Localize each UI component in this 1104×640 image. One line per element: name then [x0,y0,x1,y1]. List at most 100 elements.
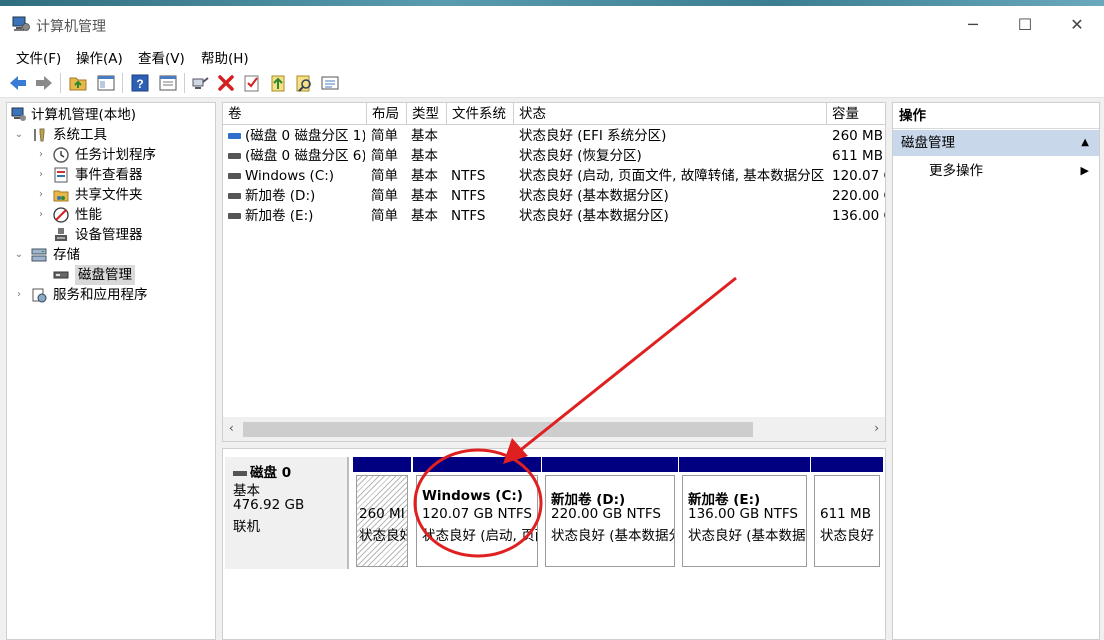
delete-icon[interactable] [216,73,236,93]
list-icon[interactable] [320,73,340,93]
partition-band [353,457,411,472]
performance-icon [53,207,69,223]
toolbar-separator [184,73,185,93]
chevron-right-icon[interactable]: › [35,205,47,225]
disk-state: 联机 [233,519,260,535]
cell-capacity: 136.00 G [832,208,885,224]
table-row[interactable]: 新加卷 (D:) 简单 基本 NTFS 状态良好 (基本数据分区) 220.00… [223,186,885,206]
event-viewer-icon [54,167,68,183]
partition-size: 611 MB [820,506,871,522]
partition-status: 状态良好 (基本数据 [688,528,806,544]
volume-icon [228,193,241,199]
clock-icon [53,147,69,163]
partition-body: 新加卷 (D:) 220.00 GB NTFS 状态良好 (基本数据分 [545,475,675,567]
cell-capacity: 611 MB [832,148,883,164]
partition-body: Windows (C:) 120.07 GB NTFS 状态良好 (启动, 页面 [416,475,538,567]
column-header-status[interactable]: 状态 [514,103,827,125]
chevron-right-icon[interactable]: › [35,185,47,205]
disk-management-icon [53,271,69,279]
minimize-button[interactable]: ─ [950,8,996,42]
volume-icon [228,153,241,159]
search-icon[interactable] [294,73,314,93]
partition-e[interactable]: 新加卷 (E:) 136.00 GB NTFS 状态良好 (基本数据 [679,457,810,570]
actions-pane: 操作 磁盘管理 ▲ 更多操作 ▶ [892,102,1100,640]
column-header-type[interactable]: 类型 [407,103,447,125]
chevron-right-icon[interactable]: › [35,165,47,185]
partition-status: 状态良好 [820,528,874,544]
chevron-right-icon[interactable]: › [35,145,47,165]
chevron-down-icon[interactable]: ⌄ [13,245,25,265]
navigation-tree: 计算机管理(本地) ⌄ 系统工具 › 任务计划程序 › 事件查看器 › 共享文件… [6,102,216,640]
partition-efi[interactable]: 260 MI 状态良好 [353,457,411,570]
menu-file[interactable]: 文件(F) [16,47,61,67]
more-actions-item[interactable]: 更多操作 ▶ [893,159,1099,183]
cell-type: 基本 [411,128,438,144]
properties-icon[interactable] [158,73,178,93]
services-icon [32,288,47,303]
cell-type: 基本 [411,148,438,164]
close-button[interactable]: ✕ [1054,8,1100,42]
scroll-left-arrow[interactable]: ‹ [229,421,234,435]
column-header-layout[interactable]: 布局 [367,103,407,125]
cell-layout: 简单 [371,148,398,164]
chevron-down-icon[interactable]: ⌄ [13,125,25,145]
partition-recovery[interactable]: 611 MB 状态良好 [811,457,883,570]
cell-layout: 简单 [371,188,398,204]
check-icon[interactable] [242,73,262,93]
column-header-volume[interactable]: 卷 [223,103,367,125]
up-folder-icon[interactable] [68,73,88,93]
maximize-button[interactable]: ☐ [1002,8,1048,42]
partition-size: 120.07 GB NTFS [422,506,532,522]
disk-icon [233,470,247,476]
scroll-right-arrow[interactable]: › [874,421,879,435]
actions-header: 操作 [893,103,1099,129]
cell-layout: 简单 [371,128,398,144]
table-row[interactable]: (磁盘 0 磁盘分区 1) 简单 基本 状态良好 (EFI 系统分区) 260 … [223,126,885,146]
partition-body: 新加卷 (E:) 136.00 GB NTFS 状态良好 (基本数据 [682,475,807,567]
show-hide-tree-icon[interactable] [96,73,116,93]
actions-section-label: 磁盘管理 [901,135,955,151]
svg-text:?: ? [136,77,143,91]
import-icon[interactable] [268,73,288,93]
submenu-arrow-icon: ▶ [1080,164,1089,177]
more-actions-label: 更多操作 [929,163,983,179]
menu-bar: 文件(F) 操作(A) 查看(V) 帮助(H) [0,42,1104,68]
menu-action[interactable]: 操作(A) [76,47,123,67]
partition-status: 状态良好 (启动, 页面 [422,528,538,544]
volume-icon [228,173,241,179]
table-row[interactable]: Windows (C:) 简单 基本 NTFS 状态良好 (启动, 页面文件, … [223,166,885,186]
menu-view[interactable]: 查看(V) [138,47,185,67]
chevron-right-icon[interactable]: › [13,285,25,305]
partition-title: 新加卷 (D:) [551,492,626,508]
main-content: 计算机管理(本地) ⌄ 系统工具 › 任务计划程序 › 事件查看器 › 共享文件… [0,98,1104,640]
disk-size: 476.92 GB [233,497,305,513]
forward-icon[interactable] [34,73,54,93]
partition-c[interactable]: Windows (C:) 120.07 GB NTFS 状态良好 (启动, 页面 [413,457,541,570]
horizontal-scrollbar[interactable]: ‹ › [223,417,885,441]
column-header-capacity[interactable]: 容量 [827,103,885,125]
volume-list: 卷 布局 类型 文件系统 状态 容量 (磁盘 0 磁盘分区 1) 简单 基本 状… [222,102,886,442]
volume-icon [228,133,241,139]
actions-section-disk-management[interactable]: 磁盘管理 ▲ [893,130,1099,156]
volume-icon [228,213,241,219]
column-header-filesystem[interactable]: 文件系统 [447,103,514,125]
collapse-up-icon[interactable]: ▲ [1081,130,1089,156]
connect-icon[interactable] [190,73,210,93]
tree-label: 存储 [53,247,80,263]
toolbar-separator [122,73,123,93]
scrollbar-thumb[interactable] [243,422,753,437]
tree-label: 系统工具 [53,127,107,143]
disk-type: 基本 [233,483,260,499]
cell-status: 状态良好 (EFI 系统分区) [519,128,667,144]
disk-info-box[interactable]: 磁盘 0 基本 476.92 GB 联机 [225,457,349,569]
partition-size: 220.00 GB NTFS [551,506,661,522]
menu-help[interactable]: 帮助(H) [201,47,249,67]
table-row[interactable]: 新加卷 (E:) 简单 基本 NTFS 状态良好 (基本数据分区) 136.00… [223,206,885,226]
back-icon[interactable] [8,73,28,93]
shared-folder-icon [53,190,69,202]
tree-label: 磁盘管理 [75,265,135,285]
tree-label: 事件查看器 [75,167,143,183]
table-row[interactable]: (磁盘 0 磁盘分区 6) 简单 基本 状态良好 (恢复分区) 611 MB [223,146,885,166]
partition-d[interactable]: 新加卷 (D:) 220.00 GB NTFS 状态良好 (基本数据分 [542,457,678,570]
help-icon[interactable]: ? [130,73,150,93]
